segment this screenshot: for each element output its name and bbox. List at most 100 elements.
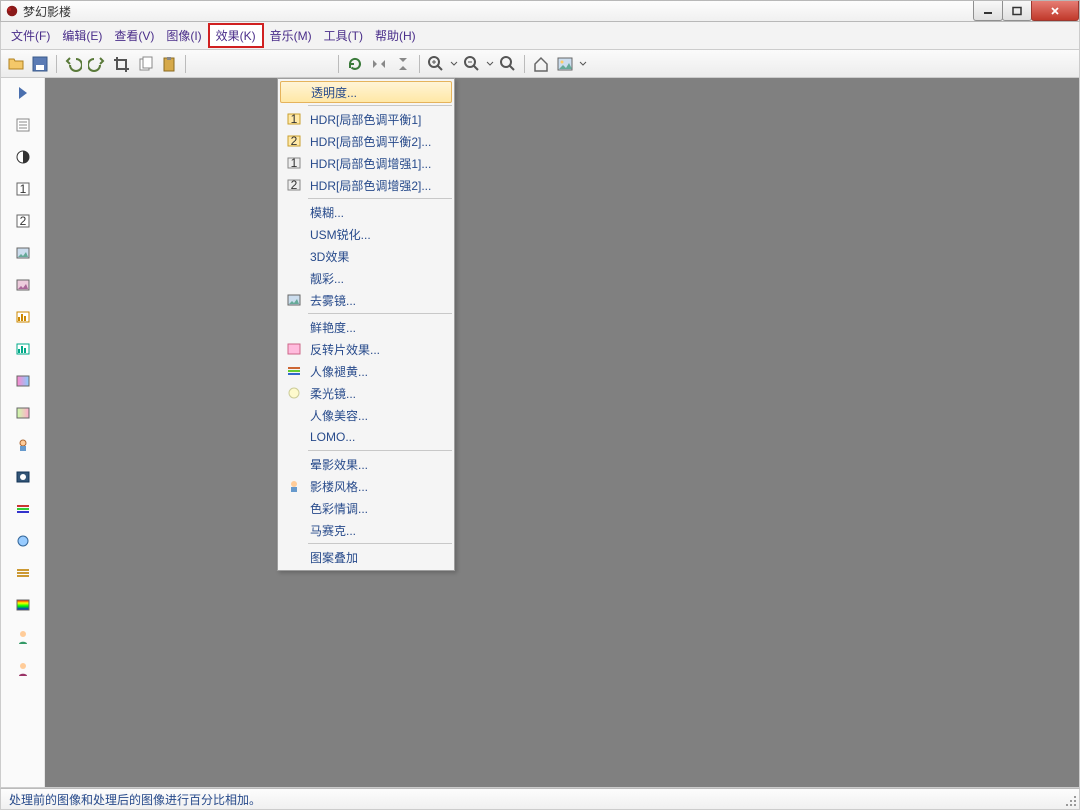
menu-item[interactable]: 1HDR[局部色调平衡1] <box>280 108 452 130</box>
menu-item[interactable]: 工具(T) <box>318 25 369 46</box>
menu-item-label: 影楼风格... <box>308 478 452 495</box>
menu-item-label: HDR[局部色调增强2]... <box>308 177 452 194</box>
menu-item[interactable]: 编辑(E) <box>56 25 108 46</box>
menu-item[interactable]: 影楼风格... <box>280 475 452 497</box>
rainbow-icon[interactable] <box>14 596 32 614</box>
menu-item[interactable]: 去雾镜... <box>280 289 452 311</box>
menu-item[interactable]: 柔光镜... <box>280 382 452 404</box>
hdr1-icon: 1 <box>280 112 308 126</box>
crop-button[interactable] <box>110 53 132 75</box>
menu-item-label: HDR[局部色调平衡1] <box>308 111 452 128</box>
menu-separator <box>308 313 452 314</box>
menu-item-label: HDR[局部色调平衡2]... <box>308 133 452 150</box>
grad2-icon[interactable] <box>14 404 32 422</box>
zoom-fit-button[interactable] <box>497 53 519 75</box>
svg-text:1: 1 <box>291 156 298 170</box>
bars2-icon[interactable] <box>14 500 32 518</box>
menu-item[interactable]: 图案叠加 <box>280 546 452 568</box>
blank-button[interactable] <box>215 53 237 75</box>
menu-item[interactable]: 色彩情调... <box>280 497 452 519</box>
menu-item[interactable]: 马赛克... <box>280 519 452 541</box>
close-button[interactable] <box>1031 1 1079 21</box>
menu-item[interactable]: USM锐化... <box>280 223 452 245</box>
resize-grip-icon[interactable] <box>1064 794 1078 808</box>
redo-button[interactable] <box>86 53 108 75</box>
photo-icon[interactable] <box>14 468 32 486</box>
menu-item[interactable]: 3D效果 <box>280 245 452 267</box>
person2-icon[interactable] <box>14 660 32 678</box>
blank-button[interactable] <box>263 53 285 75</box>
copy-button[interactable] <box>134 53 156 75</box>
grad1-icon[interactable] <box>14 372 32 390</box>
menu-item[interactable]: LOMO... <box>280 426 452 448</box>
menu-item[interactable]: 模糊... <box>280 201 452 223</box>
menu-item[interactable]: 晕影效果... <box>280 453 452 475</box>
menu-separator <box>308 198 452 199</box>
undo-button[interactable] <box>62 53 84 75</box>
open-button[interactable] <box>5 53 27 75</box>
window-title: 梦幻影楼 <box>23 3 71 20</box>
save-button[interactable] <box>29 53 51 75</box>
face1-icon[interactable] <box>14 436 32 454</box>
lines-icon[interactable] <box>14 564 32 582</box>
home-button[interactable] <box>530 53 552 75</box>
menu-item-label: 3D效果 <box>308 248 452 265</box>
toolbar-separator <box>419 55 420 73</box>
list-icon[interactable] <box>14 116 32 134</box>
one-icon[interactable]: 1 <box>14 180 32 198</box>
menu-item-label: 马赛克... <box>308 522 452 539</box>
bars-icon <box>280 364 308 378</box>
menu-item[interactable]: 2HDR[局部色调增强2]... <box>280 174 452 196</box>
menu-item[interactable]: 人像褪黄... <box>280 360 452 382</box>
dropdown-arrow-icon[interactable] <box>578 53 588 75</box>
zoom-out-button[interactable] <box>461 53 483 75</box>
hist2-icon[interactable] <box>14 340 32 358</box>
menu-separator <box>308 543 452 544</box>
menu-item[interactable]: 效果(K) <box>208 23 264 48</box>
hist1-icon[interactable] <box>14 308 32 326</box>
dropdown-arrow-icon[interactable] <box>485 53 495 75</box>
round-icon[interactable] <box>14 532 32 550</box>
menu-item-label: 鲜艳度... <box>308 319 452 336</box>
image-button[interactable] <box>554 53 576 75</box>
blank-button[interactable] <box>239 53 261 75</box>
blank-button[interactable] <box>287 53 309 75</box>
menu-item[interactable]: 1HDR[局部色调增强1]... <box>280 152 452 174</box>
menu-item[interactable]: 人像美容... <box>280 404 452 426</box>
person1-icon[interactable] <box>14 628 32 646</box>
toolbar-separator <box>524 55 525 73</box>
toolbar-separator <box>338 55 339 73</box>
menu-item[interactable]: 2HDR[局部色调平衡2]... <box>280 130 452 152</box>
menu-item[interactable]: 透明度... <box>280 81 452 103</box>
menu-item[interactable]: 鲜艳度... <box>280 316 452 338</box>
zoom-in-button[interactable] <box>425 53 447 75</box>
menu-item[interactable]: 查看(V) <box>108 25 160 46</box>
paste-button[interactable] <box>158 53 180 75</box>
title-bar: 梦幻影楼 <box>0 0 1080 22</box>
menu-item[interactable]: 反转片效果... <box>280 338 452 360</box>
blank-button[interactable] <box>311 53 333 75</box>
img2-icon[interactable] <box>14 276 32 294</box>
refresh-button[interactable] <box>344 53 366 75</box>
menu-item-label: 色彩情调... <box>308 500 452 517</box>
two-icon[interactable]: 2 <box>14 212 32 230</box>
menu-item[interactable]: 音乐(M) <box>264 25 318 46</box>
menu-item-label: 人像美容... <box>308 407 452 424</box>
mirror-h-button[interactable] <box>368 53 390 75</box>
menu-item[interactable]: 文件(F) <box>5 25 56 46</box>
maximize-button[interactable] <box>1002 1 1032 21</box>
menu-item[interactable]: 帮助(H) <box>369 25 422 46</box>
blank-button[interactable] <box>191 53 213 75</box>
play-icon[interactable] <box>14 84 32 102</box>
menu-item-label: 柔光镜... <box>308 385 452 402</box>
menu-item-label: 去雾镜... <box>308 292 452 309</box>
minimize-button[interactable] <box>973 1 1003 21</box>
dropdown-arrow-icon[interactable] <box>449 53 459 75</box>
menu-separator <box>308 450 452 451</box>
mirror-v-button[interactable] <box>392 53 414 75</box>
menu-item[interactable]: 图像(I) <box>160 25 207 46</box>
contrast-icon[interactable] <box>14 148 32 166</box>
box2-icon: 2 <box>280 178 308 192</box>
img1-icon[interactable] <box>14 244 32 262</box>
menu-item[interactable]: 靓彩... <box>280 267 452 289</box>
